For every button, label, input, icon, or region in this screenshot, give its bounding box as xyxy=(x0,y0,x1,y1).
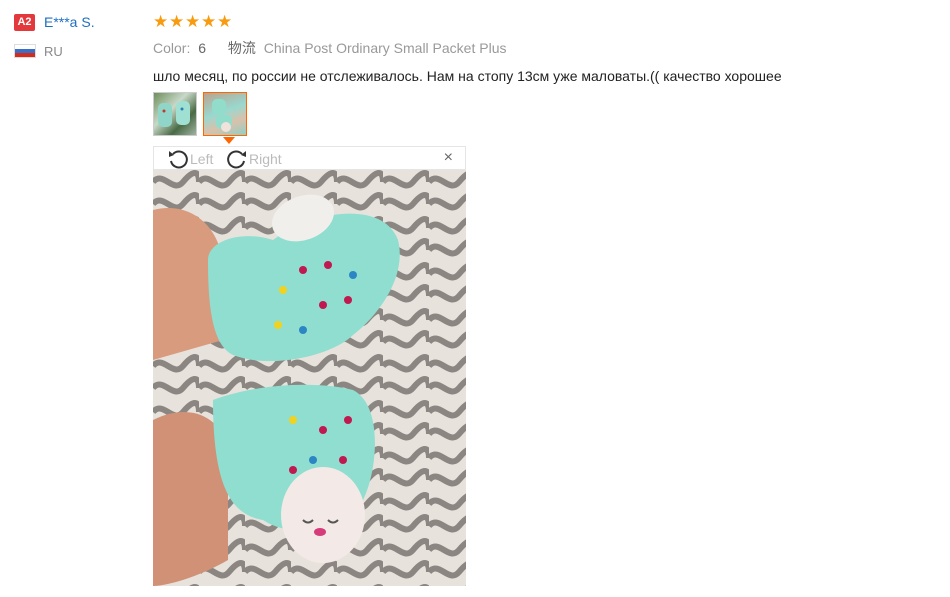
star-icon: ★ xyxy=(185,11,201,31)
review-photo xyxy=(153,170,466,586)
socks-thumbnail-image xyxy=(158,101,190,127)
buyer-level-badge: A2 xyxy=(14,13,35,31)
review-thumbnail-selected[interactable] xyxy=(203,92,247,136)
review-text: шло месяц, по россии не отслеживалось. Н… xyxy=(153,68,782,84)
rotate-right-button[interactable]: Right xyxy=(226,148,282,170)
star-icon: ★ xyxy=(169,11,185,31)
russia-flag-icon xyxy=(14,44,36,58)
star-icon: ★ xyxy=(217,11,233,31)
star-rating: ★ ★ ★ ★ ★ xyxy=(153,12,933,30)
shipping-value: China Post Ordinary Small Packet Plus xyxy=(263,40,507,56)
color-label: Color: xyxy=(153,40,191,56)
order-info: Color: 6 物流 China Post Ordinary Small Pa… xyxy=(153,39,933,57)
image-viewer-toolbar: Left Right × xyxy=(153,146,466,170)
rotate-left-button[interactable]: Left xyxy=(167,148,213,170)
reviewer-info: A2 E***a S. RU xyxy=(14,12,95,61)
color-value: 6 xyxy=(198,40,207,56)
baby-socks-photo xyxy=(153,170,466,586)
selected-thumbnail-pointer xyxy=(223,137,235,144)
reviewer-country: RU xyxy=(44,43,63,59)
reviewer-name: E***a S. xyxy=(44,14,95,30)
shipping-label: 物流 xyxy=(227,40,256,56)
close-viewer-button[interactable]: × xyxy=(444,150,453,166)
socks-thumbnail-image xyxy=(212,99,232,132)
rotate-right-label: Right xyxy=(249,151,282,167)
star-icon: ★ xyxy=(153,11,169,31)
review-body: ★ ★ ★ ★ ★ Color: 6 物流 China Post Ordinar… xyxy=(153,12,933,85)
rotate-left-icon xyxy=(169,150,188,169)
star-icon: ★ xyxy=(201,11,217,31)
review-thumbnail[interactable] xyxy=(153,92,197,136)
rotate-right-icon xyxy=(227,150,246,169)
review-thumbnails xyxy=(153,92,247,136)
rotate-left-label: Left xyxy=(190,151,214,167)
